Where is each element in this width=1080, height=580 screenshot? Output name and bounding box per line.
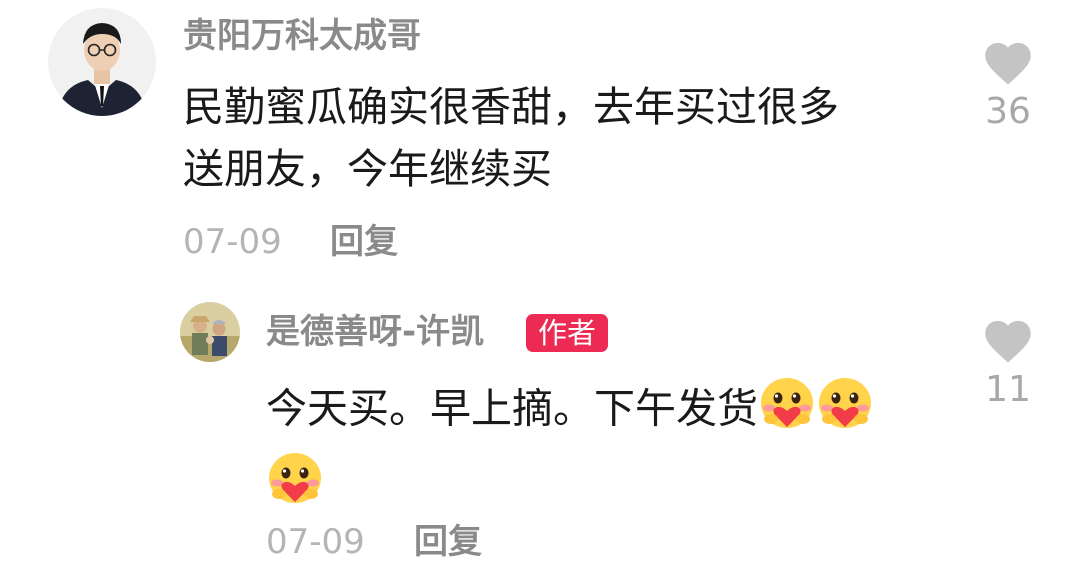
hugging-face-emoji	[758, 374, 816, 449]
author-badge: 作者	[526, 314, 609, 352]
heart-icon	[985, 42, 1031, 85]
reply-button[interactable]: 回复	[330, 222, 398, 262]
reply-button[interactable]: 回复	[414, 522, 482, 562]
comment-item: 贵阳万科太成哥 民勤蜜瓜确实很香甜，去年买过很多 送朋友，今年继续买 07-09…	[0, 0, 1080, 290]
avatar[interactable]	[48, 8, 156, 116]
comment-text-line: 今天买。早上摘。下午发货	[266, 384, 758, 433]
hugging-face-emoji	[266, 449, 324, 524]
like-button[interactable]: 11	[968, 314, 1048, 412]
comment-text-line: 今天买。早上摘。下午发货	[266, 374, 874, 449]
comment-text-line: 送朋友，今年继续买	[183, 145, 552, 193]
avatar[interactable]	[180, 302, 240, 362]
heart-icon	[985, 320, 1031, 363]
comment-date: 07-09	[266, 522, 365, 562]
like-count: 11	[985, 369, 1031, 410]
like-count: 36	[985, 91, 1031, 132]
comment-text-line: 民勤蜜瓜确实很香甜，去年买过很多	[183, 83, 839, 131]
comment-reply-item: 是德善呀-许凯 作者 今天买。早上摘。下午发货 07-09 回复 11	[0, 290, 1080, 580]
comment-username[interactable]: 贵阳万科太成哥	[183, 16, 421, 56]
like-button[interactable]: 36	[968, 36, 1048, 134]
comment-text: 今天买。早上摘。下午发货	[266, 374, 874, 524]
comment-text-line	[266, 449, 874, 524]
hugging-face-emoji	[816, 374, 874, 449]
comment-text: 民勤蜜瓜确实很香甜，去年买过很多 送朋友，今年继续买	[183, 76, 839, 200]
comment-date: 07-09	[183, 222, 282, 262]
comment-username[interactable]: 是德善呀-许凯	[266, 312, 484, 352]
